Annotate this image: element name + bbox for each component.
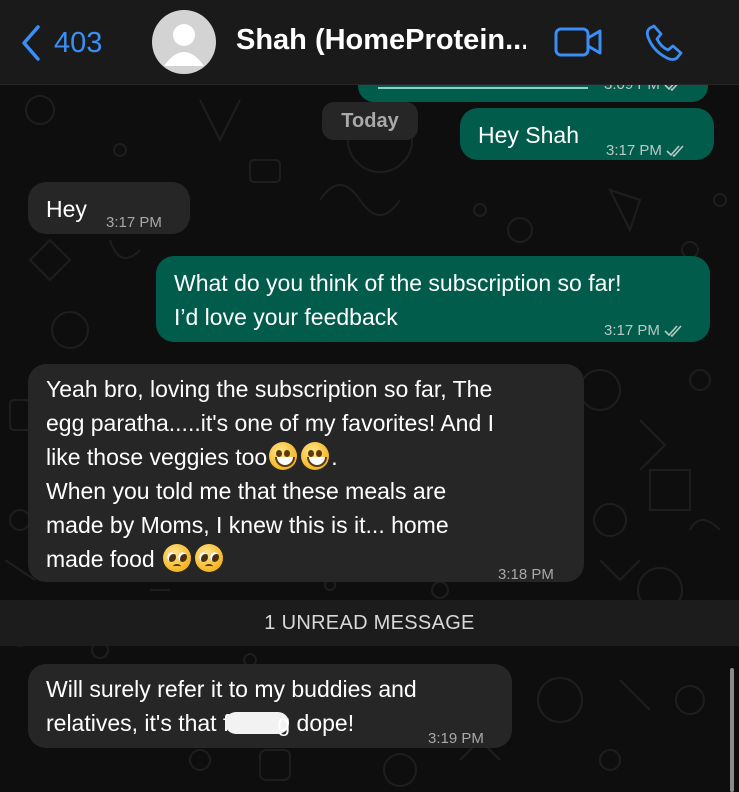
avatar-placeholder-icon (164, 24, 204, 66)
message-bubble-outgoing[interactable]: Hey Shah 3:17 PM (460, 108, 714, 160)
message-bubble-incoming[interactable]: Will surely refer it to my buddies and r… (28, 664, 512, 748)
back-button[interactable]: 403 (18, 20, 102, 66)
message-text-fragment: relatives, it's that f (46, 710, 230, 736)
date-separator: Today (322, 102, 418, 140)
message-time: 3:17 PM (106, 214, 162, 231)
message-text-line: What do you think of the subscription so… (174, 270, 622, 296)
chat-header: 403 Shah (HomeProtein... (0, 0, 739, 85)
message-bubble-outgoing[interactable]: What do you think of the subscription so… (156, 256, 710, 342)
message-time: 3:17 PM (604, 322, 660, 339)
message-time: 3:17 PM (606, 142, 662, 159)
message-text-line: like those veggies too (46, 444, 268, 470)
scrollbar[interactable] (730, 668, 734, 792)
message-text-line: When you told me that these meals are (46, 478, 447, 504)
message-text-line: egg paratha.....it's one of my favorites… (46, 410, 495, 436)
contact-name[interactable]: Shah (HomeProtein... (236, 24, 526, 57)
voice-call-button[interactable] (645, 22, 685, 67)
message-time: 3:18 PM (498, 566, 554, 583)
message-bubble-incoming[interactable]: Yeah bro, loving the subscription so far… (28, 364, 584, 583)
message-text-line: Will surely refer it to my buddies and (46, 676, 417, 702)
message-text-fragment: . (331, 444, 338, 470)
grinning-emoji-icon (301, 442, 330, 470)
video-call-button[interactable] (554, 24, 604, 65)
unread-messages-banner: 1 UNREAD MESSAGE (0, 600, 739, 646)
avatar[interactable] (152, 10, 216, 74)
double-check-icon (666, 145, 684, 157)
pleading-face-emoji-icon (163, 544, 192, 572)
message-text-line: made by Moms, I knew this is it... home (46, 512, 449, 538)
double-check-icon (664, 325, 682, 337)
video-camera-icon (554, 27, 602, 57)
message-text: Hey Shah (478, 122, 580, 148)
message-text-line: I’d love your feedback (174, 304, 398, 330)
chevron-left-icon (22, 25, 40, 61)
unread-chats-count: 403 (54, 26, 103, 59)
message-text-line: Yeah bro, loving the subscription so far… (46, 376, 493, 402)
message-bubble-incoming[interactable]: Hey 3:17 PM (28, 182, 190, 234)
message-text-line: made food (46, 546, 155, 572)
grinning-emoji-icon (269, 442, 298, 470)
message-time: 3:19 PM (428, 730, 484, 747)
message-text-fragment: g dope! (277, 710, 355, 736)
phone-icon (645, 24, 683, 61)
pleading-face-emoji-icon (195, 544, 224, 572)
message-text: Hey (46, 196, 87, 222)
chat-screen: 403 Shah (HomeProtein... 3:09 (0, 0, 739, 792)
